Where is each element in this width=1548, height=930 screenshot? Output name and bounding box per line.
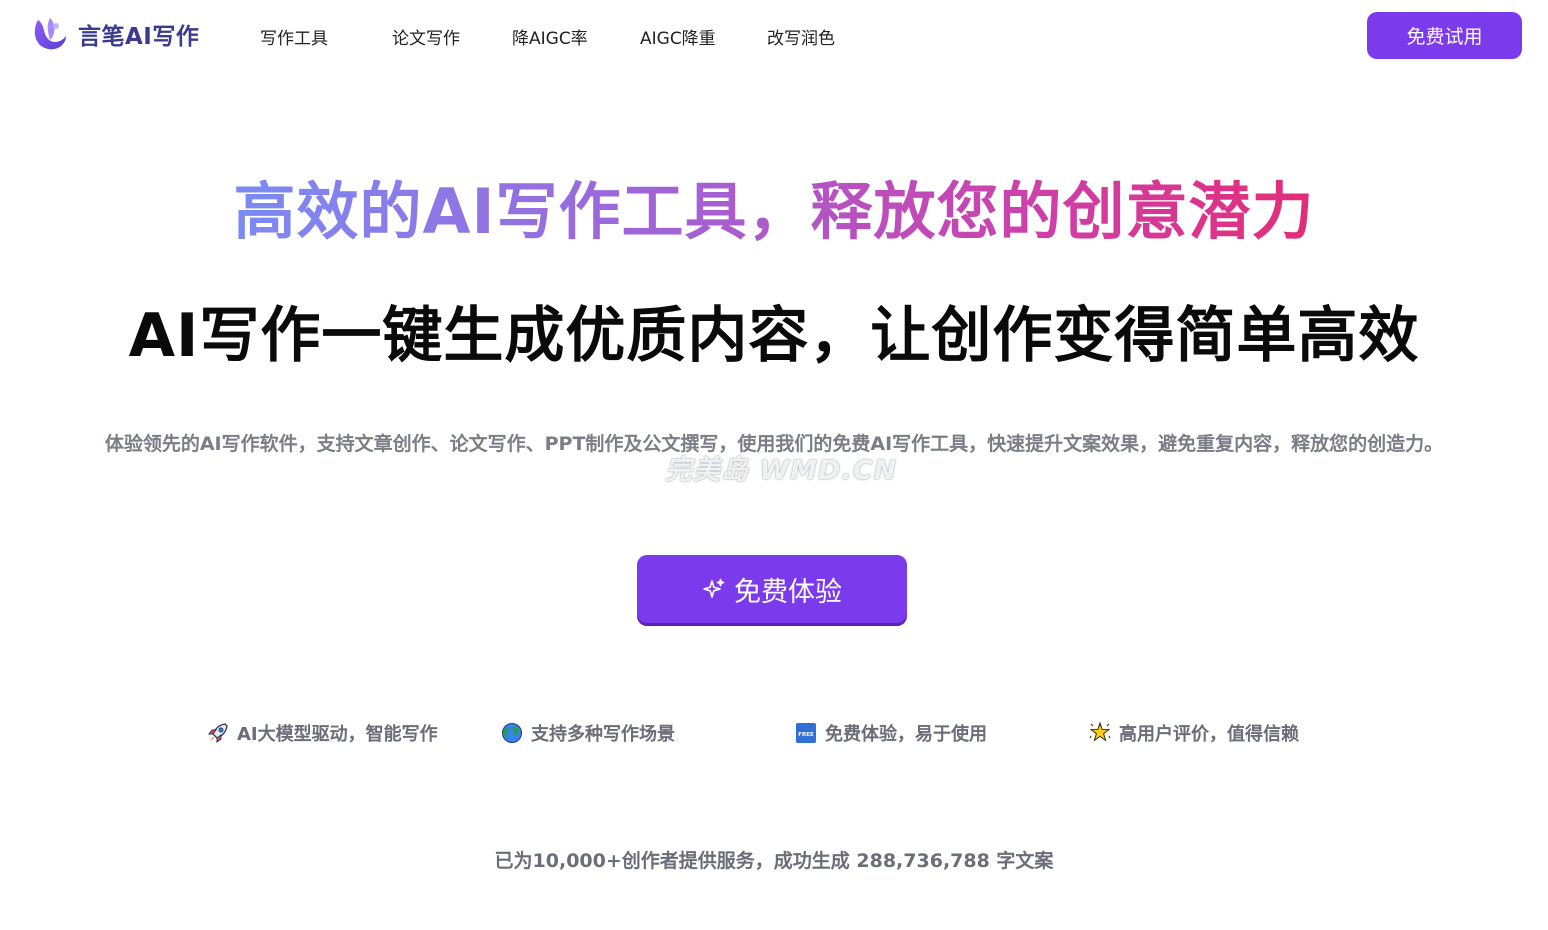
landing-page: 言笔AI写作 写作工具 论文写作 降AIGC率 AIGC降重 改写润色 免费试用… — [0, 0, 1548, 930]
sparkle-icon — [703, 578, 725, 598]
free-experience-label: 免费体验 — [734, 576, 842, 608]
hero-headline: 高效的AI写作工具，释放您的创意潜力 — [0, 172, 1548, 252]
svg-text:FREE: FREE — [798, 732, 814, 738]
globe-icon — [502, 723, 522, 743]
feature-item: FREE 免费体验，易于使用 — [795, 720, 987, 746]
nav-paper-writing[interactable]: 论文写作 — [392, 24, 460, 49]
free-trial-button[interactable]: 免费试用 — [1367, 12, 1522, 59]
feature-label: 高用户评价，值得信赖 — [1119, 724, 1299, 745]
free-badge-icon: FREE — [796, 723, 816, 743]
brand-name: 言笔AI写作 — [78, 24, 200, 50]
hero-subheadline: AI写作一键生成优质内容，让创作变得简单高效 — [128, 301, 1420, 371]
nav-aigc-dedupe[interactable]: AIGC降重 — [640, 24, 716, 49]
brand-logo[interactable]: 言笔AI写作 — [30, 14, 199, 54]
rocket-icon — [208, 723, 228, 743]
nav-writing-tools[interactable]: 写作工具 — [260, 24, 328, 49]
feature-item: 高用户评价，值得信赖 — [1089, 720, 1299, 746]
feature-list: AI大模型驱动，智能写作 支持多种写作场景 FREE 免费体验，易于使用 高用户… — [0, 720, 1548, 750]
feature-item: 支持多种写作场景 — [501, 720, 675, 746]
nav-rewrite-polish[interactable]: 改写润色 — [767, 24, 835, 49]
hero-headline-text: 高效的AI写作工具，释放您的创意潜力 — [233, 175, 1315, 248]
nav-reduce-aigc-rate[interactable]: 降AIGC率 — [512, 24, 588, 49]
feature-label: AI大模型驱动，智能写作 — [237, 724, 438, 745]
top-navbar: 言笔AI写作 写作工具 论文写作 降AIGC率 AIGC降重 改写润色 免费试用 — [0, 0, 1548, 70]
feature-label: 支持多种写作场景 — [531, 724, 675, 745]
logo-mark-icon — [34, 18, 66, 50]
feature-label: 免费体验，易于使用 — [825, 724, 987, 745]
star-icon — [1089, 722, 1111, 742]
hero-description: 体验领先的AI写作软件，支持文章创作、论文写作、PPT制作及公文撰写，使用我们的… — [104, 433, 1444, 455]
usage-stats: 已为10,000+创作者提供服务，成功生成 288,736,788 字文案 — [494, 850, 1054, 872]
free-experience-button[interactable]: 免费体验 — [637, 555, 907, 623]
feature-item: AI大模型驱动，智能写作 — [207, 720, 438, 746]
